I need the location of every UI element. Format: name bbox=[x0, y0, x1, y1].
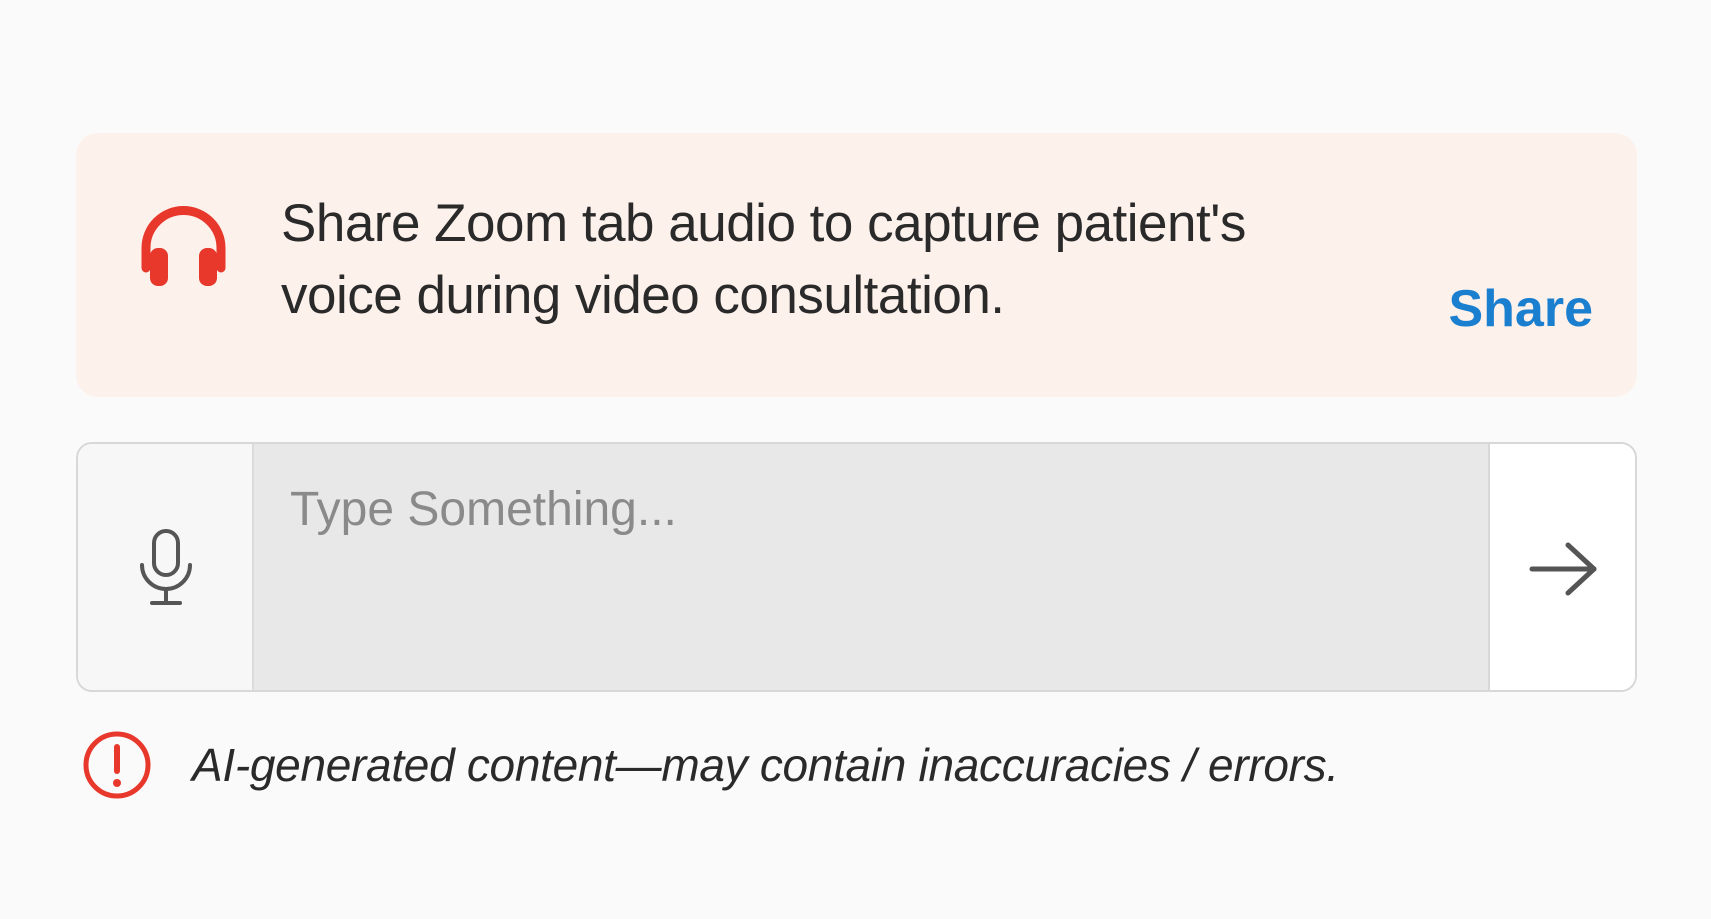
ai-disclaimer: AI-generated content—may contain inaccur… bbox=[82, 730, 1582, 802]
message-input[interactable] bbox=[254, 444, 1490, 690]
message-composer bbox=[76, 442, 1637, 692]
banner-message: Share Zoom tab audio to capture patient'… bbox=[281, 194, 1246, 325]
share-button[interactable]: Share bbox=[1448, 279, 1593, 339]
disclaimer-text: AI-generated content—may contain inaccur… bbox=[192, 739, 1339, 791]
send-button[interactable] bbox=[1490, 444, 1635, 690]
audio-share-banner: Share Zoom tab audio to capture patient'… bbox=[76, 133, 1637, 397]
headphones-icon bbox=[136, 198, 231, 293]
microphone-button[interactable] bbox=[78, 444, 254, 690]
alert-circle-icon bbox=[82, 730, 152, 800]
